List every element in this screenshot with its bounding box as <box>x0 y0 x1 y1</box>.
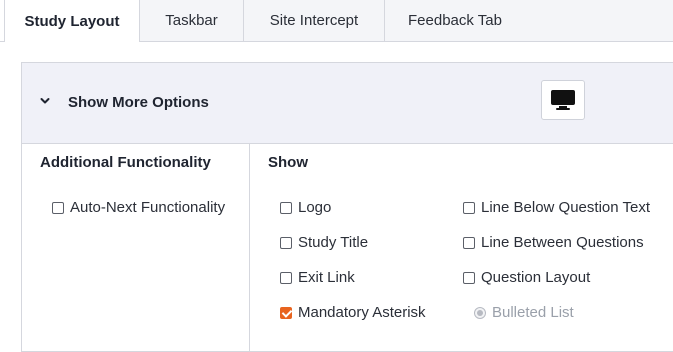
bulleted-list-radio[interactable] <box>474 306 486 319</box>
study-layout-panel: Show More Options Additional Functionali… <box>21 62 673 352</box>
study-title-option[interactable]: Study Title <box>280 234 368 251</box>
exit-link-label: Exit Link <box>298 269 355 286</box>
tab-feedback-tab[interactable]: Feedback Tab <box>385 0 673 41</box>
logo-label: Logo <box>298 199 332 216</box>
line-between-questions-label: Line Between Questions <box>481 234 644 251</box>
mandatory-asterisk-label: Mandatory Asterisk <box>298 304 426 321</box>
logo-option[interactable]: Logo <box>280 199 331 216</box>
question-layout-label: Question Layout <box>481 269 591 286</box>
auto-next-label: Auto-Next Functionality <box>70 199 226 216</box>
show-title: Show <box>268 154 308 171</box>
mandatory-asterisk-checkbox[interactable] <box>280 306 292 319</box>
auto-next-option[interactable]: Auto-Next Functionality <box>52 199 225 216</box>
tab-study-layout[interactable]: Study Layout <box>4 0 140 42</box>
study-title-checkbox[interactable] <box>280 236 292 249</box>
exit-link-checkbox[interactable] <box>280 271 292 284</box>
logo-checkbox[interactable] <box>280 201 292 214</box>
exit-link-option[interactable]: Exit Link <box>280 269 355 286</box>
mandatory-asterisk-option[interactable]: Mandatory Asterisk <box>280 304 426 321</box>
tab-taskbar[interactable]: Taskbar <box>140 0 244 41</box>
line-below-question-text-option[interactable]: Line Below Question Text <box>463 199 650 216</box>
tab-site-intercept[interactable]: Site Intercept <box>244 0 385 41</box>
bulleted-list-option[interactable]: Bulleted List <box>474 304 574 321</box>
study-title-label: Study Title <box>298 234 369 251</box>
tab-bar: Study Layout Taskbar Site Intercept Feed… <box>0 0 673 42</box>
line-between-questions-checkbox[interactable] <box>463 236 475 249</box>
chevron-down-icon[interactable] <box>39 95 51 107</box>
additional-functionality-title: Additional Functionality <box>40 154 211 171</box>
monitor-icon <box>551 90 575 110</box>
show-more-options-label[interactable]: Show More Options <box>68 94 209 111</box>
bulleted-list-label: Bulleted List <box>492 304 574 321</box>
question-layout-option[interactable]: Question Layout <box>463 269 590 286</box>
line-below-question-text-label: Line Below Question Text <box>481 199 650 216</box>
column-divider <box>249 143 250 351</box>
question-layout-checkbox[interactable] <box>463 271 475 284</box>
auto-next-checkbox[interactable] <box>52 201 64 214</box>
options-header[interactable]: Show More Options <box>22 63 673 144</box>
line-between-questions-option[interactable]: Line Between Questions <box>463 234 644 251</box>
line-below-question-text-checkbox[interactable] <box>463 201 475 214</box>
desktop-preview-button[interactable] <box>541 80 585 120</box>
